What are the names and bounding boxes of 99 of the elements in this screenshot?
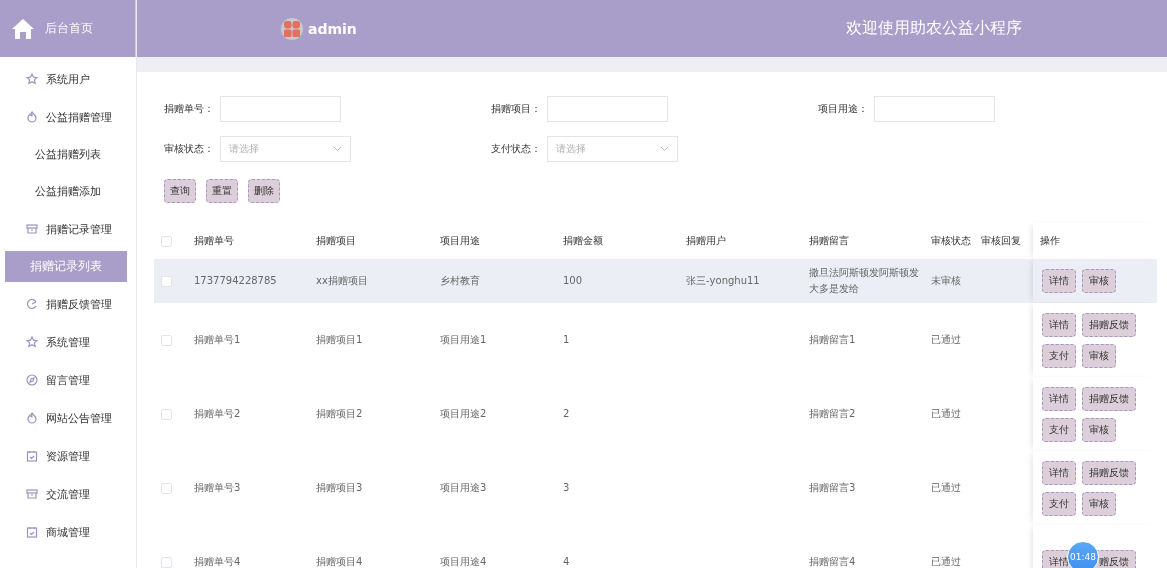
table-cell-text: 捐赠留言1 xyxy=(809,333,857,347)
checkbox[interactable] xyxy=(161,334,172,346)
table-cell-text: 项目用途1 xyxy=(440,333,488,347)
input-field[interactable] xyxy=(874,96,995,122)
column-header: 捐赠留言 xyxy=(809,234,850,248)
table-cell-text: 捐赠单号2 xyxy=(194,407,242,421)
page-title: 欢迎使用助农公益小程序 xyxy=(846,18,1022,39)
menu-item[interactable]: 商城管理 xyxy=(46,524,90,540)
row-action-button[interactable]: 详情 xyxy=(1042,386,1076,411)
checkbox[interactable] xyxy=(161,408,172,420)
table-cell-text: 项目用途3 xyxy=(440,481,488,495)
column-header: 捐赠单号 xyxy=(194,234,235,248)
calendar-check-icon xyxy=(26,526,38,538)
star-icon xyxy=(26,336,38,348)
archive-icon xyxy=(26,488,38,500)
table-cell-text: 已通过 xyxy=(931,407,962,421)
row-action-button[interactable]: 支付 xyxy=(1042,417,1076,442)
menu-item[interactable]: 留言管理 xyxy=(46,372,90,388)
input-field[interactable] xyxy=(547,96,668,122)
input-field[interactable] xyxy=(220,96,341,122)
pie-icon xyxy=(26,298,38,310)
column-header: 审核状态 xyxy=(931,234,972,248)
action-button[interactable]: 删除 xyxy=(248,179,280,203)
menu-item[interactable]: 公益捐赠管理 xyxy=(46,109,112,125)
user-name: admin xyxy=(308,20,357,37)
table-cell-text: 乡村教育 xyxy=(440,274,481,288)
column-header: 操作 xyxy=(1040,234,1060,248)
table-cell-text: xx捐赠项目 xyxy=(316,274,369,288)
row-action-button[interactable]: 详情 xyxy=(1042,269,1076,293)
menu-item[interactable]: 网站公告管理 xyxy=(46,410,112,426)
field-label: 捐赠项目： xyxy=(491,102,542,116)
row-action-button[interactable]: 审核 xyxy=(1082,491,1116,516)
table-cell-text: 捐赠留言2 xyxy=(809,407,857,421)
checkbox[interactable] xyxy=(161,235,172,247)
table-cell-text: 项目用途4 xyxy=(440,555,488,568)
logo-icon xyxy=(281,17,303,40)
table-cell-text: 捐赠项目3 xyxy=(316,481,364,495)
field-label: 支付状态： xyxy=(491,142,542,156)
menu-item[interactable]: 资源管理 xyxy=(46,448,90,464)
action-button[interactable]: 重置 xyxy=(206,179,238,203)
home-icon[interactable] xyxy=(11,17,35,40)
row-action-button[interactable]: 详情 xyxy=(1042,460,1076,485)
action-button[interactable]: 查询 xyxy=(164,179,196,203)
table-cell-text: 捐赠单号3 xyxy=(194,481,242,495)
table-cell-text: 2 xyxy=(563,407,571,421)
checkbox[interactable] xyxy=(161,482,172,494)
row-action-button[interactable]: 捐赠反馈 xyxy=(1082,312,1136,337)
calendar-check-icon xyxy=(26,450,38,462)
table-cell-text: 捐赠项目2 xyxy=(316,407,364,421)
star-icon xyxy=(26,73,38,85)
chevron-down-icon xyxy=(333,146,342,152)
archive-icon xyxy=(26,223,38,235)
table-cell-text: 已通过 xyxy=(931,333,962,347)
table-cell-text: 1737794228785 xyxy=(194,274,278,288)
row-action-button[interactable]: 捐赠反馈 xyxy=(1082,460,1136,485)
flame-icon xyxy=(26,412,38,424)
column-header: 审核回复 xyxy=(981,234,1022,248)
table-cell-text: 100 xyxy=(563,274,584,288)
menu-item[interactable]: 交流管理 xyxy=(46,486,90,502)
table-cell-text: 3 xyxy=(563,481,571,495)
menu-item[interactable]: 公益捐赠列表 xyxy=(35,147,101,162)
field-label: 审核状态： xyxy=(164,142,215,156)
menu-item[interactable]: 系统用户 xyxy=(46,71,90,87)
table-cell-text: 捐赠单号4 xyxy=(194,555,242,568)
chevron-down-icon xyxy=(660,146,669,152)
table-cell-text: 捐赠留言3 xyxy=(809,481,857,495)
table-cell-text: 已通过 xyxy=(931,555,962,568)
menu-item[interactable]: 公益捐赠添加 xyxy=(35,184,101,199)
table-cell-text: 未审核 xyxy=(931,274,962,288)
row-action-button[interactable]: 审核 xyxy=(1082,269,1116,293)
table-cell-text: 捐赠单号1 xyxy=(194,333,242,347)
row-action-button[interactable]: 捐赠反馈 xyxy=(1082,386,1136,411)
table-cell-text: 捐赠项目1 xyxy=(316,333,364,347)
flame-icon xyxy=(26,111,38,123)
table-cell-text: 撒旦法阿斯顿发阿斯顿发大多是发给 xyxy=(809,266,920,296)
compass-icon xyxy=(26,374,38,386)
row-action-button[interactable]: 详情 xyxy=(1042,312,1076,337)
table-cell-text: 已通过 xyxy=(931,481,962,495)
table-cell-text: 捐赠项目4 xyxy=(316,555,364,568)
table-cell-text: 项目用途2 xyxy=(440,407,488,421)
field-label: 项目用途： xyxy=(818,102,869,116)
table-cell-text: 4 xyxy=(563,555,571,568)
checkbox[interactable] xyxy=(161,275,172,287)
row-action-button[interactable]: 审核 xyxy=(1082,343,1116,368)
menu-item[interactable]: 捐赠记录管理 xyxy=(46,221,112,237)
row-action-button[interactable]: 审核 xyxy=(1082,417,1116,442)
checkbox[interactable] xyxy=(161,556,172,568)
column-header: 捐赠用户 xyxy=(686,234,727,248)
menu-item[interactable]: 捐赠反馈管理 xyxy=(46,296,112,312)
table-cell-text: 张三-yonghu11 xyxy=(686,274,761,288)
menu-item[interactable]: 系统管理 xyxy=(46,334,90,350)
row-action-button[interactable]: 支付 xyxy=(1042,491,1076,516)
column-header: 项目用途 xyxy=(440,234,481,248)
table-cell-text: 1 xyxy=(563,333,571,347)
field-label: 捐赠单号： xyxy=(164,102,215,116)
column-header: 捐赠项目 xyxy=(316,234,357,248)
table-cell-text: 捐赠留言4 xyxy=(809,555,857,568)
row-action-button[interactable]: 支付 xyxy=(1042,343,1076,368)
column-header: 捐赠金额 xyxy=(563,234,604,248)
